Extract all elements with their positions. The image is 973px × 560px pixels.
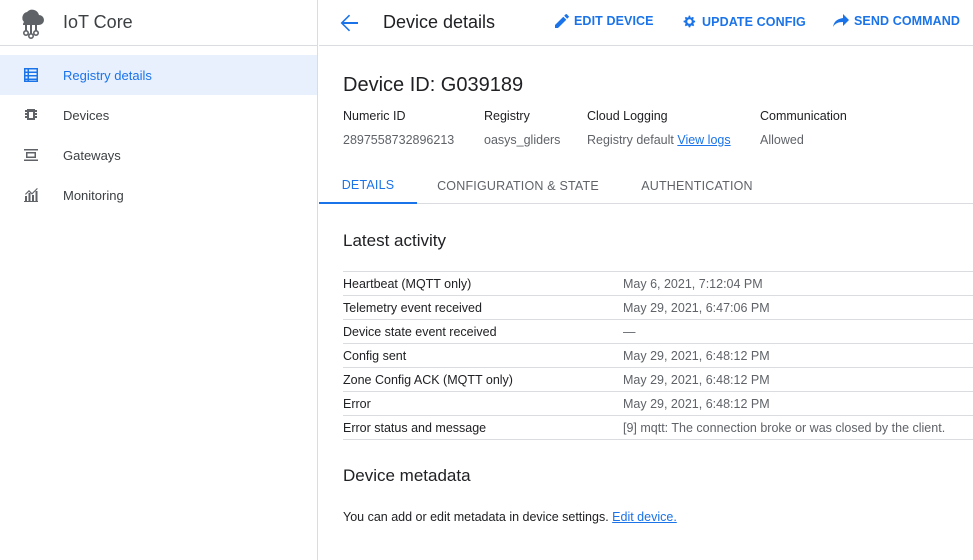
sidebar-item-label: Monitoring [63, 187, 124, 203]
sidebar-item-label: Registry details [63, 67, 152, 83]
latest-activity-heading: Latest activity [343, 231, 446, 250]
metadata-description: You can add or edit metadata in device s… [343, 510, 677, 524]
row-label: Telemetry event received [343, 300, 482, 315]
info-value: Allowed [760, 133, 804, 147]
tab-details[interactable]: DETAILS [319, 168, 417, 204]
send-command-button[interactable]: SEND COMMAND [833, 14, 960, 28]
back-arrow-icon[interactable] [337, 11, 361, 35]
sidebar-item-label: Gateways [63, 147, 121, 163]
info-label: Numeric ID [343, 109, 406, 123]
app-title: IoT Core [63, 12, 133, 32]
tab-bar: DETAILS CONFIGURATION & STATE AUTHENTICA… [319, 168, 973, 204]
info-value: 2897558732896213 [343, 133, 455, 147]
row-value: [9] mqtt: The connection broke or was cl… [623, 420, 946, 435]
update-config-button[interactable]: UPDATE CONFIG [682, 14, 806, 29]
tab-authentication[interactable]: AUTHENTICATION [631, 168, 763, 204]
chart-icon [23, 187, 39, 203]
table-row: Device state event received — [343, 320, 973, 344]
cloud-logging-block: Cloud Logging Registry default View logs [587, 109, 731, 147]
table-row: Error status and message [9] mqtt: The c… [343, 416, 973, 440]
iot-core-logo-icon[interactable] [14, 6, 48, 40]
row-value: May 29, 2021, 6:48:12 PM [623, 348, 770, 363]
row-value: May 29, 2021, 6:47:06 PM [623, 300, 770, 315]
sidebar-item-registry-details[interactable]: Registry details [0, 55, 317, 95]
share-arrow-icon [833, 14, 849, 27]
update-config-label: UPDATE CONFIG [702, 14, 806, 29]
gateway-icon [23, 147, 39, 163]
activity-table: Heartbeat (MQTT only) May 6, 2021, 7:12:… [343, 271, 973, 440]
row-value: May 29, 2021, 6:48:12 PM [623, 396, 770, 411]
row-value: — [623, 324, 636, 339]
sidebar-item-label: Devices [63, 107, 110, 123]
edit-device-link[interactable]: Edit device. [612, 510, 677, 524]
row-label: Error [343, 396, 371, 411]
table-row: Error May 29, 2021, 6:48:12 PM [343, 392, 973, 416]
row-label: Config sent [343, 348, 407, 363]
info-value: oasys_gliders [484, 133, 561, 147]
view-logs-link[interactable]: View logs [677, 133, 730, 147]
row-label: Error status and message [343, 420, 487, 435]
sidebar-nav: Registry details Devices Gateways Monito… [0, 46, 317, 215]
sidebar-item-gateways[interactable]: Gateways [0, 135, 317, 175]
registry-block: Registry oasys_gliders [484, 109, 560, 147]
table-row: Heartbeat (MQTT only) May 6, 2021, 7:12:… [343, 272, 973, 296]
brand-header: IoT Core [0, 0, 317, 46]
row-label: Device state event received [343, 324, 497, 339]
sidebar-item-monitoring[interactable]: Monitoring [0, 175, 317, 215]
edit-device-button[interactable]: EDIT DEVICE [555, 14, 654, 28]
device-metadata-heading: Device metadata [343, 466, 471, 485]
tab-configuration-state[interactable]: CONFIGURATION & STATE [429, 168, 607, 204]
edit-device-label: EDIT DEVICE [574, 14, 654, 28]
info-label: Communication [760, 109, 847, 123]
main-content: Device details EDIT DEVICE UPDATE CONFIG… [319, 0, 973, 560]
page-title: Device details [383, 12, 496, 32]
metadata-text: You can add or edit metadata in device s… [343, 510, 609, 524]
device-id-heading: Device ID: G039189 [343, 74, 524, 96]
info-value: Registry default View logs [587, 133, 731, 147]
info-label: Registry [484, 109, 530, 123]
info-label: Cloud Logging [587, 109, 668, 123]
numeric-id-block: Numeric ID 2897558732896213 [343, 109, 454, 147]
table-row: Telemetry event received May 29, 2021, 6… [343, 296, 973, 320]
row-value: May 6, 2021, 7:12:04 PM [623, 276, 763, 291]
gear-icon [683, 15, 696, 28]
chip-icon [23, 107, 39, 123]
row-value: May 29, 2021, 6:48:12 PM [623, 372, 770, 387]
table-row: Zone Config ACK (MQTT only) May 29, 2021… [343, 368, 973, 392]
communication-block: Communication Allowed [760, 109, 847, 147]
sidebar: IoT Core Registry details Devices Gatewa… [0, 0, 318, 560]
row-label: Heartbeat (MQTT only) [343, 276, 472, 291]
pencil-icon [555, 14, 569, 28]
table-icon [23, 67, 39, 83]
cloud-logging-value: Registry default [587, 133, 674, 147]
send-command-label: SEND COMMAND [854, 14, 961, 28]
top-bar: Device details EDIT DEVICE UPDATE CONFIG… [319, 0, 973, 46]
table-row: Config sent May 29, 2021, 6:48:12 PM [343, 344, 973, 368]
row-label: Zone Config ACK (MQTT only) [343, 372, 513, 387]
sidebar-item-devices[interactable]: Devices [0, 95, 317, 135]
